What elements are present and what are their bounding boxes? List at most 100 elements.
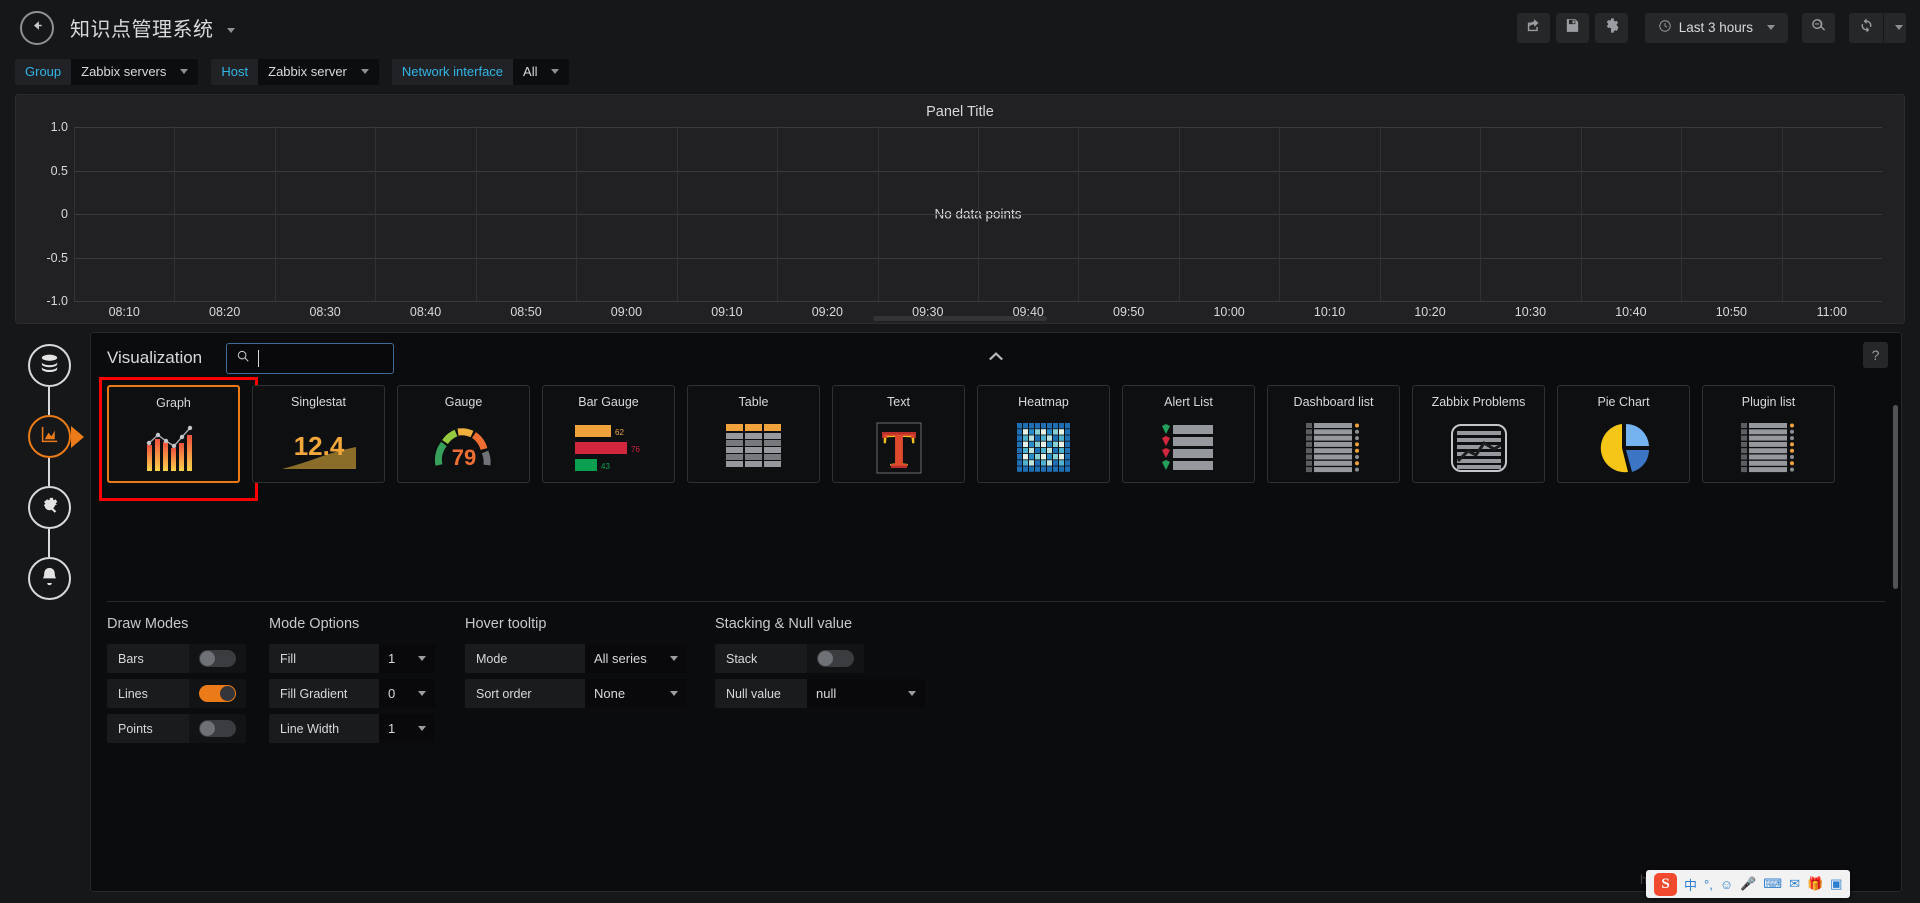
null-value-select[interactable]: null <box>807 679 925 708</box>
tooltip-mode-select[interactable]: All series <box>585 644 687 673</box>
option-control <box>189 644 246 673</box>
visualization-tab[interactable] <box>27 415 71 458</box>
option-label: Null value <box>715 679 807 708</box>
visualization-scrollbar[interactable] <box>1893 405 1898 589</box>
grid-line-vertical <box>1480 127 1482 301</box>
sogou-logo-icon[interactable]: S <box>1654 872 1677 896</box>
dashboard-settings-button[interactable] <box>1594 12 1628 43</box>
ime-punctuation-icon[interactable]: °, <box>1704 877 1713 892</box>
viz-type-label: Plugin list <box>1741 395 1796 409</box>
panel-title: Panel Title <box>926 104 994 120</box>
viz-type-label: Alert List <box>1164 395 1213 409</box>
viz-type-card-dashlist[interactable]: Dashboard list <box>1267 385 1400 483</box>
option-label: Sort order <box>465 679 585 708</box>
chevron-down-icon <box>908 691 916 696</box>
svg-text:43: 43 <box>601 462 610 471</box>
ime-language-icon[interactable]: 中 <box>1684 875 1697 894</box>
chevron-down-icon <box>180 69 189 74</box>
chevron-down-icon <box>360 69 369 74</box>
panel-editor: Visualization ? Graph Singlestat 12.4 Ga… <box>0 332 1920 892</box>
option-fill: Fill 1 <box>269 644 451 673</box>
variable-value-dropdown[interactable]: Zabbix server <box>258 58 379 85</box>
x-axis-tick: 10:30 <box>1514 305 1547 319</box>
ime-emoji-icon[interactable]: ☺ <box>1720 877 1733 892</box>
stacking-null-column: Stacking & Null value Stack Null value n… <box>715 616 965 749</box>
stack-toggle[interactable] <box>817 650 854 667</box>
svg-text:12.4: 12.4 <box>293 431 344 461</box>
viz-type-card-heatmap[interactable]: Heatmap <box>977 385 1110 483</box>
grid-line-vertical <box>1078 127 1080 301</box>
viz-type-label: Graph <box>156 396 191 410</box>
panel-resize-handle[interactable] <box>873 316 1047 321</box>
variable-value: All <box>523 64 538 79</box>
x-axis-tick: 09:20 <box>811 305 843 319</box>
fill-gradient-value: 0 <box>388 686 396 701</box>
viz-type-card-alertlist[interactable]: Alert List <box>1122 385 1255 483</box>
ime-toolbox-icon[interactable]: ▣ <box>1830 876 1842 892</box>
save-dashboard-button[interactable] <box>1555 12 1589 43</box>
points-toggle[interactable] <box>199 720 236 737</box>
chevron-down-icon <box>551 69 560 74</box>
variable-value-dropdown[interactable]: All <box>513 58 570 85</box>
x-axis-tick: 10:50 <box>1715 305 1747 319</box>
viz-type-card-zabbix[interactable]: Zabbix Problems <box>1412 385 1545 483</box>
share-dashboard-button[interactable] <box>1516 12 1550 43</box>
fill-gradient-select[interactable]: 0 <box>379 679 435 708</box>
viz-type-card-piechart[interactable]: Pie Chart <box>1557 385 1690 483</box>
viz-type-card-text[interactable]: Text T <box>832 385 965 483</box>
viz-type-card-table[interactable]: Table <box>687 385 820 483</box>
x-axis-tick: 11:00 <box>1816 305 1847 319</box>
y-axis-tick: -0.5 <box>46 250 68 265</box>
time-range-picker[interactable]: Last 3 hours <box>1644 12 1788 43</box>
viz-type-label: Bar Gauge <box>578 395 639 409</box>
viz-type-card-gauge[interactable]: Gauge 79 <box>397 385 530 483</box>
ime-toolbar: S 中 °, ☺ 🎤 ⌨ ✉ 🎁 ▣ <box>1646 870 1851 898</box>
variable-label: Group <box>15 58 72 85</box>
refresh-button[interactable] <box>1849 12 1883 43</box>
variable-value: Zabbix server <box>268 64 347 79</box>
viz-type-card-pluginlist[interactable]: Plugin list <box>1702 385 1835 483</box>
viz-type-card-singlestat[interactable]: Singlestat 12.4 <box>252 385 385 483</box>
ime-gift-icon[interactable]: 🎁 <box>1807 876 1823 892</box>
help-button[interactable]: ? <box>1863 342 1888 368</box>
line-width-value: 1 <box>388 721 396 736</box>
ime-mail-icon[interactable]: ✉ <box>1789 876 1800 892</box>
back-button[interactable] <box>20 10 54 45</box>
mode-options-title: Mode Options <box>269 616 360 632</box>
x-axis-tick: 10:40 <box>1615 305 1647 319</box>
alert-tab[interactable] <box>27 557 71 600</box>
text-icon: T <box>876 414 922 482</box>
viz-type-label: Heatmap <box>1018 395 1069 409</box>
viz-type-label: Gauge <box>444 395 483 409</box>
viz-type-label: Singlestat <box>291 395 346 409</box>
lines-toggle[interactable] <box>199 685 236 702</box>
stacking-title: Stacking & Null value <box>715 616 853 632</box>
option-label: Bars <box>107 644 189 673</box>
visualization-search-input[interactable] <box>266 350 385 366</box>
sort-order-select[interactable]: None <box>585 679 687 708</box>
x-axis-tick: 10:00 <box>1213 305 1245 319</box>
variable-value-dropdown[interactable]: Zabbix servers <box>71 58 199 85</box>
grid-line-vertical <box>1379 127 1381 301</box>
dashboard-title-wrap[interactable]: 知识点管理系统 <box>70 13 235 42</box>
viz-type-card-bargauge[interactable]: Bar Gauge 62 76 43 <box>542 385 675 483</box>
bars-toggle[interactable] <box>199 650 236 667</box>
viz-type-card-graph[interactable]: Graph <box>99 377 258 501</box>
line-width-select[interactable]: 1 <box>379 714 435 743</box>
option-control <box>189 679 246 708</box>
visualization-search[interactable] <box>226 342 395 374</box>
ime-voice-icon[interactable]: 🎤 <box>1740 876 1756 892</box>
zoom-out-button[interactable] <box>1802 12 1835 43</box>
refresh-interval-dropdown[interactable] <box>1884 12 1906 43</box>
graph-panel[interactable]: Panel Title 1.0 0.5 0 -0.5 -1.0 No data poin… <box>15 94 1905 324</box>
y-axis-labels: 1.0 0.5 0 -0.5 -1.0 <box>16 120 74 308</box>
ime-keyboard-icon[interactable]: ⌨ <box>1763 876 1782 892</box>
option-points: Points <box>107 714 255 743</box>
editor-tab-rail <box>18 344 80 600</box>
template-variables-bar: Group Zabbix servers Host Zabbix server … <box>0 55 1920 88</box>
queries-tab[interactable] <box>27 344 71 387</box>
general-tab[interactable] <box>27 486 71 529</box>
collapse-visualization-picker[interactable] <box>988 349 1004 366</box>
option-bars: Bars <box>107 644 255 673</box>
fill-select[interactable]: 1 <box>379 644 435 673</box>
